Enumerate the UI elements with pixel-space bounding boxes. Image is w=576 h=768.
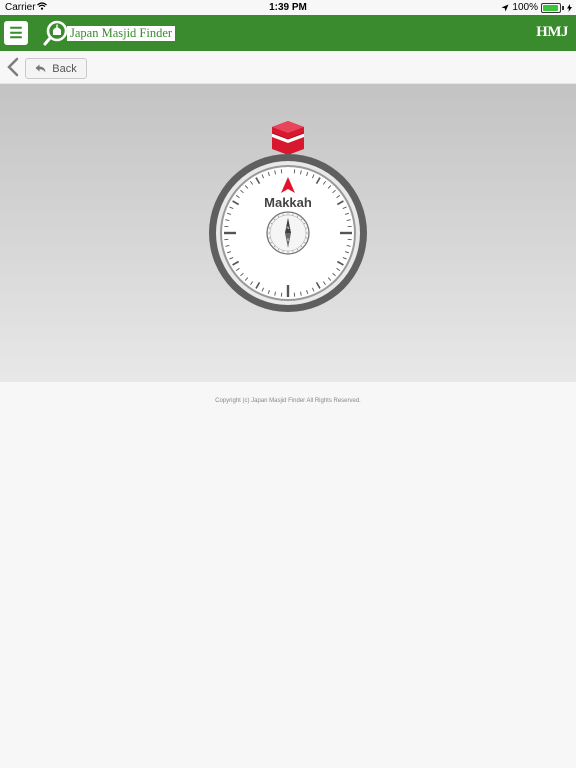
battery-icon <box>541 2 561 13</box>
app-title: Japan Masjid Finder <box>67 25 176 41</box>
copyright-text: Copyright (c) Japan Masjid Finder All Ri… <box>215 398 361 404</box>
location-arrow-icon <box>501 4 509 11</box>
hmj-logo[interactable]: HMJ <box>536 24 568 41</box>
qibla-compass-panel: Makkah N S <box>0 84 576 382</box>
qibla-compass: Makkah N S <box>209 121 367 312</box>
status-time: 1:39 PM <box>269 2 307 13</box>
nav-bar: Back <box>0 51 576 84</box>
kaaba-icon <box>271 121 305 155</box>
hamburger-menu-icon: ☰ <box>9 24 23 42</box>
app-logo[interactable]: Japan Masjid Finder <box>43 20 176 46</box>
reply-arrow-icon <box>35 64 46 73</box>
target-label: Makkah <box>264 195 312 210</box>
chevron-left-icon[interactable] <box>6 57 20 77</box>
magnifier-mosque-icon <box>43 20 68 46</box>
status-bar: Carrier 1:39 PM 100% <box>0 0 576 15</box>
back-button[interactable]: Back <box>25 58 87 79</box>
svg-text:N: N <box>287 225 290 230</box>
mini-compass-icon: N S <box>266 211 310 255</box>
battery-percent: 100% <box>512 2 538 13</box>
charging-bolt-icon <box>567 3 572 12</box>
app-header: ☰ Japan Masjid Finder HMJ <box>0 15 576 51</box>
menu-button[interactable]: ☰ <box>4 21 28 45</box>
svg-text:S: S <box>287 237 290 242</box>
back-button-label: Back <box>52 62 77 75</box>
